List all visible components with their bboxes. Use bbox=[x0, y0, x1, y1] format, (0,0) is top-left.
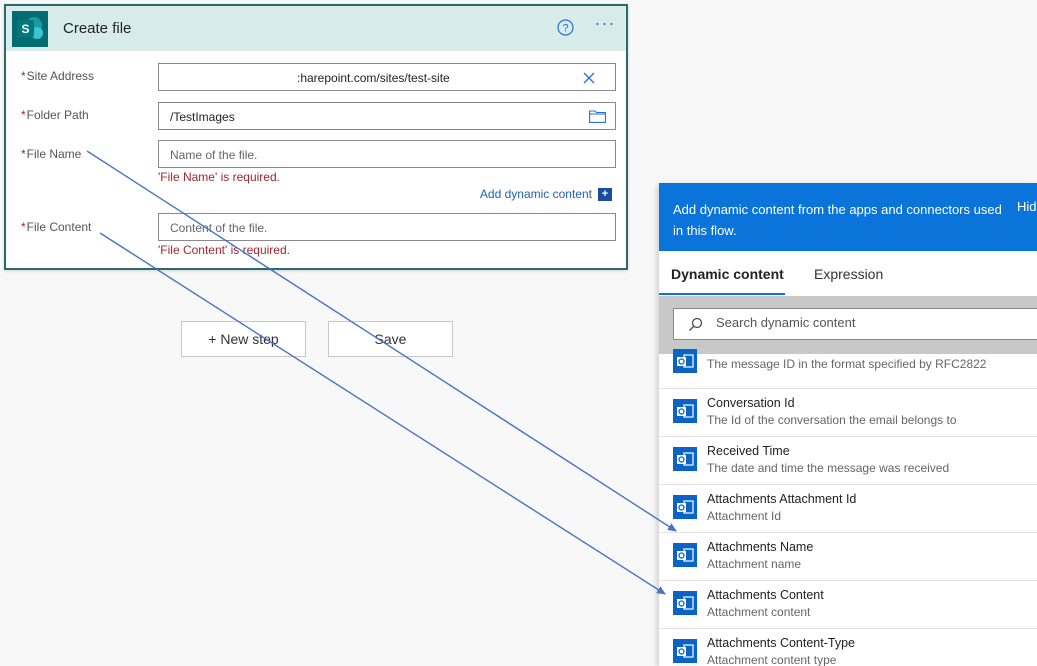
list-item[interactable]: Attachments Attachment Id Attachment Id bbox=[659, 485, 1037, 533]
card-header[interactable]: S Create file ? ··· bbox=[6, 6, 626, 51]
list-item-name: Attachments Content-Type bbox=[707, 636, 855, 650]
tab-expression[interactable]: Expression bbox=[814, 266, 883, 282]
search-area bbox=[659, 296, 1037, 354]
site-address-label: *Site Address bbox=[21, 69, 95, 83]
list-item-desc: The Id of the conversation the email bel… bbox=[707, 413, 957, 427]
svg-text:S: S bbox=[21, 22, 29, 36]
add-dynamic-content-label: Add dynamic content bbox=[479, 187, 592, 201]
file-name-label: *File Name bbox=[21, 147, 82, 161]
panel-header: Add dynamic content from the apps and co… bbox=[659, 183, 1037, 251]
create-file-card: S Create file ? ··· *Site Address :harep… bbox=[4, 4, 628, 270]
panel-header-text: Add dynamic content from the apps and co… bbox=[673, 202, 1002, 238]
search-icon bbox=[689, 317, 703, 331]
file-content-label: *File Content bbox=[21, 220, 92, 234]
dynamic-content-panel: Add dynamic content from the apps and co… bbox=[659, 183, 1037, 666]
clear-x-icon[interactable] bbox=[583, 72, 595, 84]
more-dots-icon[interactable]: ··· bbox=[592, 14, 618, 36]
help-circle-icon[interactable]: ? bbox=[557, 19, 574, 36]
svg-text:?: ? bbox=[562, 23, 568, 35]
new-step-button[interactable]: + New step bbox=[181, 321, 306, 357]
list-item-name: Received Time bbox=[707, 444, 790, 458]
arrow-file-content-to-attachments-content bbox=[99, 232, 666, 595]
active-tab-underline bbox=[659, 293, 785, 295]
list-item[interactable]: Attachments Name Attachment name bbox=[659, 533, 1037, 581]
list-item[interactable]: Attachments Content-Type Attachment conte… bbox=[659, 629, 1037, 666]
site-address-value: :harepoint.com/sites/test-site bbox=[297, 71, 450, 85]
outlook-icon bbox=[673, 543, 697, 567]
hide-link[interactable]: Hid bbox=[1017, 199, 1037, 214]
file-name-error: 'File Name' is required. bbox=[158, 170, 280, 184]
list-item-desc: Attachment name bbox=[707, 557, 802, 571]
file-name-placeholder: Name of the file. bbox=[170, 148, 258, 162]
list-item[interactable]: Conversation Id The Id of the conversatio… bbox=[659, 389, 1037, 437]
list-item-name: Attachments Attachment Id bbox=[707, 492, 857, 506]
folder-path-label: *Folder Path bbox=[21, 108, 89, 122]
list-item-desc: Attachment Id bbox=[707, 509, 782, 523]
file-content-error: 'File Content' is required. bbox=[158, 243, 290, 257]
tab-dynamic-content[interactable]: Dynamic content bbox=[671, 266, 784, 282]
outlook-icon bbox=[673, 349, 697, 373]
card-title: Create file bbox=[63, 20, 132, 37]
dynamic-content-list: The message ID in the format specified b… bbox=[659, 349, 1037, 666]
add-dynamic-content-link[interactable]: Add dynamic content + bbox=[480, 187, 612, 201]
search-box[interactable] bbox=[673, 308, 1037, 340]
file-content-input[interactable]: Content of the file. bbox=[158, 213, 616, 241]
file-content-placeholder: Content of the file. bbox=[170, 221, 268, 235]
list-item-desc: The date and time the message was receiv… bbox=[707, 461, 950, 475]
outlook-icon bbox=[673, 447, 697, 471]
save-button[interactable]: Save bbox=[328, 321, 453, 357]
site-address-input[interactable]: :harepoint.com/sites/test-site bbox=[158, 63, 616, 91]
list-item-desc: The message ID in the format specified b… bbox=[707, 357, 987, 371]
folder-path-input[interactable]: /TestImages bbox=[158, 102, 616, 130]
list-item[interactable]: Received Time The date and time the messa… bbox=[659, 437, 1037, 485]
folder-path-value: /TestImages bbox=[170, 110, 235, 124]
outlook-icon bbox=[673, 399, 697, 423]
list-item-name: Conversation Id bbox=[707, 396, 795, 410]
folder-icon[interactable] bbox=[589, 110, 606, 123]
search-input[interactable] bbox=[714, 314, 1018, 331]
panel-tabs: Dynamic content Expression bbox=[659, 251, 1037, 296]
list-item-name: Attachments Name bbox=[707, 540, 814, 554]
list-item-desc: Attachment content type bbox=[707, 653, 837, 666]
outlook-icon bbox=[673, 495, 697, 519]
outlook-icon bbox=[673, 591, 697, 615]
sharepoint-logo-icon: S bbox=[12, 11, 48, 47]
list-item-name: Attachments Content bbox=[707, 588, 824, 602]
add-plus-icon: + bbox=[598, 187, 612, 201]
list-item[interactable]: Attachments Content Attachment content bbox=[659, 581, 1037, 629]
list-item[interactable]: The message ID in the format specified b… bbox=[659, 349, 1037, 389]
outlook-icon bbox=[673, 639, 697, 663]
file-name-input[interactable]: Name of the file. bbox=[158, 140, 616, 168]
list-item-desc: Attachment content bbox=[707, 605, 811, 619]
